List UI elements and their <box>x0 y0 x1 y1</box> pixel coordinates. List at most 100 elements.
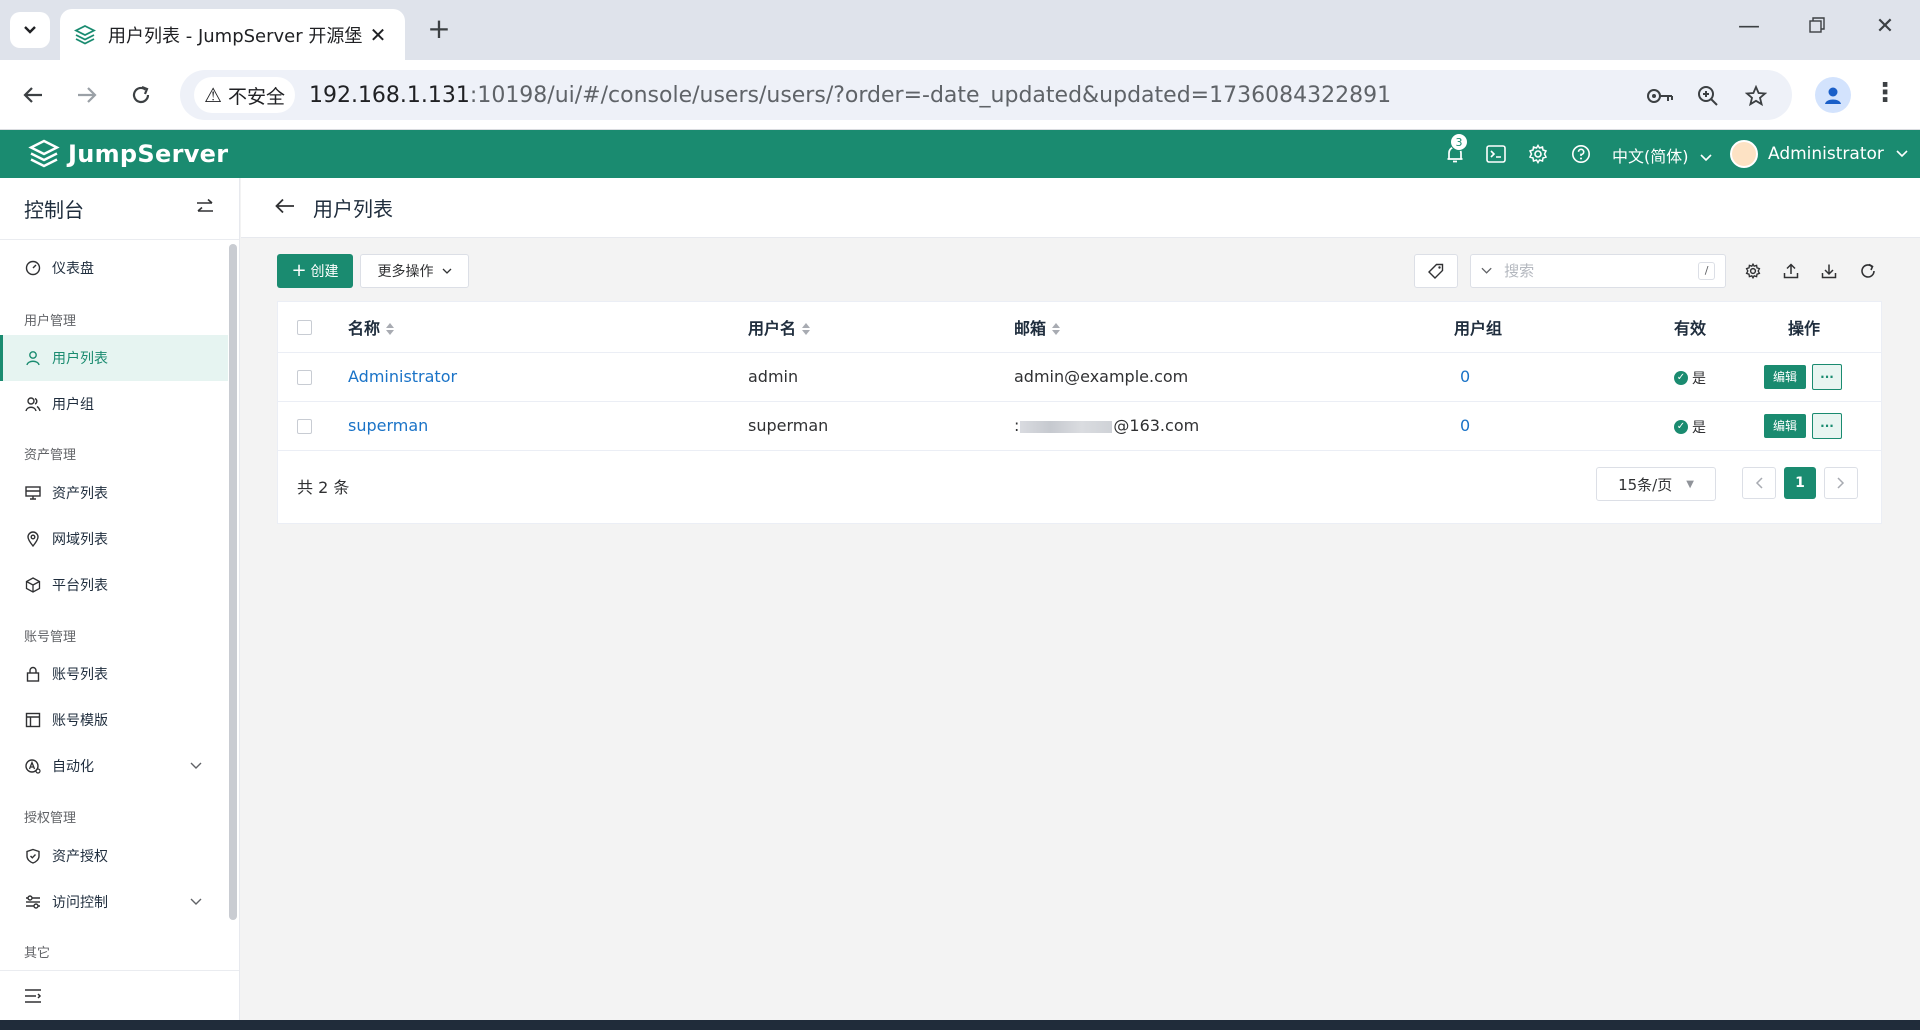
address-bar[interactable]: ⚠ 不安全 192.168.1.131:10198/ui/#/console/u… <box>180 70 1792 120</box>
search-input[interactable] <box>1504 262 1699 280</box>
row-checkbox[interactable] <box>297 419 312 434</box>
sidebar-item-account-template[interactable]: 账号模版 <box>0 697 228 743</box>
minimize-window-button[interactable]: — <box>1734 14 1764 39</box>
sidebar: 控制台 仪表盘 用户管理 用户列表 用户组 资产管理 资产列表 网域列表 平台列… <box>0 178 240 1020</box>
plus-icon: + <box>291 260 307 281</box>
cell-actions: 编辑 ··· <box>1746 352 1881 402</box>
check-circle-icon: ✓ <box>1674 371 1688 385</box>
select-all-checkbox[interactable] <box>297 320 312 336</box>
table-settings-gear-icon[interactable] <box>1742 260 1764 282</box>
bookmark-star-icon[interactable] <box>1742 82 1770 110</box>
sidebar-collapse-button[interactable] <box>0 970 239 1020</box>
tag-filter-button[interactable] <box>1414 254 1458 288</box>
sidebar-item-dashboard[interactable]: 仪表盘 <box>0 245 228 291</box>
column-header-label: 用户组 <box>1454 318 1503 338</box>
download-icon[interactable] <box>1818 260 1840 282</box>
page-number-button[interactable]: 1 <box>1784 467 1816 499</box>
user-name-link[interactable]: Administrator <box>348 367 457 386</box>
search-field[interactable]: / <box>1470 254 1726 288</box>
sidebar-item-asset-permission[interactable]: 资产授权 <box>0 833 228 879</box>
table-row[interactable]: superman superman : @163.com 0 ✓ 是 编辑 ··· <box>278 401 1881 451</box>
table-row[interactable]: Administrator admin admin@example.com 0 … <box>278 352 1881 402</box>
switch-view-icon[interactable] <box>195 198 215 220</box>
chevron-down-icon <box>1481 267 1492 274</box>
next-page-button[interactable] <box>1824 467 1858 499</box>
prev-page-button[interactable] <box>1742 467 1776 499</box>
sidebar-header: 控制台 <box>0 178 239 240</box>
total-count: 共 2 条 <box>297 478 350 497</box>
back-button[interactable] <box>16 78 50 112</box>
sidebar-item-platform-list[interactable]: 平台列表 <box>0 562 228 608</box>
close-window-button[interactable]: ✕ <box>1870 14 1900 39</box>
settings-gear-icon[interactable] <box>1527 143 1549 165</box>
cell-email: admin@example.com <box>1014 352 1414 402</box>
sidebar-item-label: 账号列表 <box>52 667 108 683</box>
group-count-link[interactable]: 0 <box>1460 367 1470 386</box>
sidebar-item-user-list[interactable]: 用户列表 <box>0 335 228 381</box>
reload-button[interactable] <box>124 78 158 112</box>
group-count-link[interactable]: 0 <box>1460 416 1470 435</box>
restore-window-button[interactable] <box>1802 14 1832 39</box>
user-menu[interactable]: Administrator <box>1730 140 1908 168</box>
column-header-name[interactable]: 名称 <box>348 302 748 353</box>
sidebar-item-zone-list[interactable]: 网域列表 <box>0 516 228 562</box>
chevron-down-icon <box>442 268 451 274</box>
language-selector[interactable]: 中文(简体) <box>1612 143 1712 167</box>
os-taskbar <box>0 1020 1920 1030</box>
sort-caret-icon[interactable] <box>1052 323 1061 336</box>
table-header-row: 名称 用户名 邮箱 用户组 有效 操作 <box>278 302 1881 353</box>
check-circle-icon: ✓ <box>1674 420 1688 434</box>
site-info-chip[interactable]: ⚠ 不安全 <box>194 77 295 113</box>
row-select-cell <box>278 401 348 451</box>
column-header-email[interactable]: 邮箱 <box>1014 302 1414 353</box>
refresh-icon[interactable] <box>1857 260 1879 282</box>
browser-tab[interactable]: 用户列表 - JumpServer 开源堡 ✕ <box>60 9 405 60</box>
sidebar-item-account-list[interactable]: 账号列表 <box>0 651 228 697</box>
column-header-username[interactable]: 用户名 <box>748 302 1014 353</box>
column-header-actions: 操作 <box>1746 302 1881 353</box>
cell-groups: 0 <box>1414 401 1634 451</box>
password-key-icon[interactable] <box>1646 82 1674 110</box>
user-table: 名称 用户名 邮箱 用户组 有效 操作 Administrator admin … <box>278 302 1881 451</box>
forward-button[interactable] <box>70 78 104 112</box>
sort-caret-icon[interactable] <box>802 323 811 336</box>
close-tab-icon[interactable]: ✕ <box>365 23 391 47</box>
cell-name: superman <box>348 401 748 451</box>
zoom-icon[interactable] <box>1694 82 1722 110</box>
sidebar-item-access-control[interactable]: 访问控制 <box>0 879 228 925</box>
cell-valid: ✓ 是 <box>1634 352 1746 402</box>
select-all-cell <box>278 302 348 353</box>
edit-button[interactable]: 编辑 <box>1764 364 1806 389</box>
jumpserver-logo[interactable]: JumpServer <box>28 138 228 170</box>
page-header: 用户列表 <box>241 178 1920 238</box>
url-host: 192.168.1.131 <box>308 82 470 108</box>
browser-menu-icon[interactable]: ⋮ <box>1872 78 1898 108</box>
sidebar-title: 控制台 <box>24 198 84 222</box>
column-header-groups: 用户组 <box>1414 302 1634 353</box>
url-text[interactable]: 192.168.1.131:10198/ui/#/console/users/u… <box>309 83 1391 108</box>
upload-icon[interactable] <box>1780 260 1802 282</box>
sidebar-scrollbar[interactable] <box>229 244 237 920</box>
browser-profile-button[interactable] <box>1815 77 1851 113</box>
back-arrow-icon[interactable] <box>275 195 295 220</box>
more-actions-dropdown[interactable]: 更多操作 <box>360 254 469 288</box>
sidebar-item-automation[interactable]: 自动化 <box>0 743 228 789</box>
page-size-select[interactable]: 15条/页 ▼ <box>1596 467 1716 501</box>
more-actions-icon[interactable]: ··· <box>1812 363 1842 390</box>
pagination-bar: 共 2 条 15条/页 ▼ 1 <box>278 450 1881 524</box>
user-name-link[interactable]: superman <box>348 416 428 435</box>
sort-caret-icon[interactable] <box>386 323 395 336</box>
web-terminal-icon[interactable] <box>1485 143 1507 165</box>
help-question-icon[interactable] <box>1570 143 1592 165</box>
app-header: JumpServer 3 中文(简体) Administrator <box>0 130 1920 178</box>
sidebar-item-user-group[interactable]: 用户组 <box>0 381 228 427</box>
template-icon <box>24 711 42 729</box>
edit-button[interactable]: 编辑 <box>1764 413 1806 438</box>
new-tab-button[interactable]: + <box>424 14 454 44</box>
sidebar-item-asset-list[interactable]: 资产列表 <box>0 470 228 516</box>
chevron-down-icon <box>1896 150 1908 158</box>
tab-search-button[interactable] <box>10 12 50 48</box>
row-checkbox[interactable] <box>297 370 312 385</box>
create-button[interactable]: + 创建 <box>277 254 353 288</box>
more-actions-icon[interactable]: ··· <box>1812 412 1842 439</box>
